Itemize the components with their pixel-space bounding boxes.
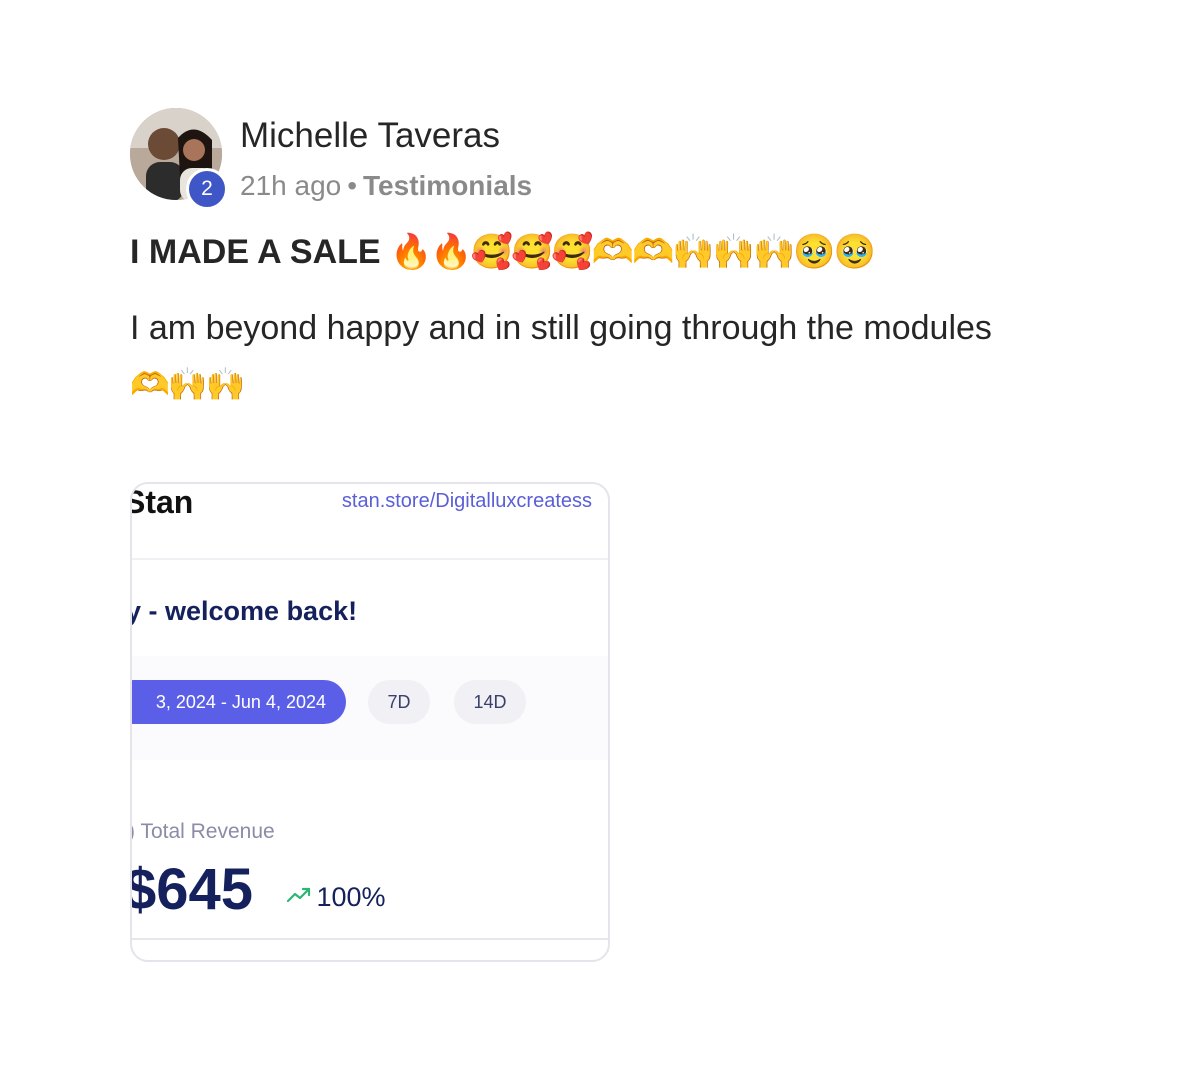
post-meta: 21h ago • Testimonials xyxy=(240,170,532,202)
total-revenue-label: ) Total Revenue xyxy=(130,820,275,843)
post-title-text: I MADE A SALE xyxy=(130,233,381,271)
store-url: stan.store/Digitalluxcreatess xyxy=(341,490,592,512)
level-badge: 2 xyxy=(186,168,228,210)
trend-up-icon xyxy=(286,886,312,909)
filter-14d-pill: 14D xyxy=(454,680,526,724)
date-filter-bar: 3, 2024 - Jun 4, 2024 7D 14D xyxy=(132,656,608,760)
post-body: I am beyond happy and in still going thr… xyxy=(130,300,1090,412)
author-name[interactable]: Michelle Taveras xyxy=(240,116,500,156)
total-revenue-value: $645 xyxy=(130,857,254,922)
date-range-pill: 3, 2024 - Jun 4, 2024 xyxy=(132,680,346,724)
divider xyxy=(132,938,608,940)
stan-header: Stan stan.store/Digitalluxcreatess xyxy=(130,484,608,560)
filter-7d-pill: 7D xyxy=(368,680,430,724)
post-time: 21h ago xyxy=(240,170,342,201)
revenue-trend: 100% xyxy=(286,882,386,913)
stan-logo: Stan xyxy=(130,484,194,520)
post-body-emojis: 🫶🙌🙌 xyxy=(130,366,246,402)
attachment-image[interactable]: Stan stan.store/Digitalluxcreatess y - w… xyxy=(130,482,610,962)
post: 2 Michelle Taveras 21h ago • Testimonials … xyxy=(130,108,1090,412)
post-body-text: I am beyond happy and in still going thr… xyxy=(130,309,992,347)
trend-percent: 100% xyxy=(316,882,386,912)
post-category[interactable]: Testimonials xyxy=(363,170,532,201)
welcome-message: y - welcome back! xyxy=(130,596,358,626)
post-title: I MADE A SALE 🔥🔥🥰🥰🥰🫶🫶🙌🙌🙌🥹🥹 xyxy=(130,230,1090,274)
meta-separator: • xyxy=(347,170,358,201)
post-header: 2 Michelle Taveras 21h ago • Testimonials xyxy=(130,108,1090,210)
post-title-emojis: 🔥🔥🥰🥰🥰🫶🫶🙌🙌🙌🥹🥹 xyxy=(390,233,876,271)
